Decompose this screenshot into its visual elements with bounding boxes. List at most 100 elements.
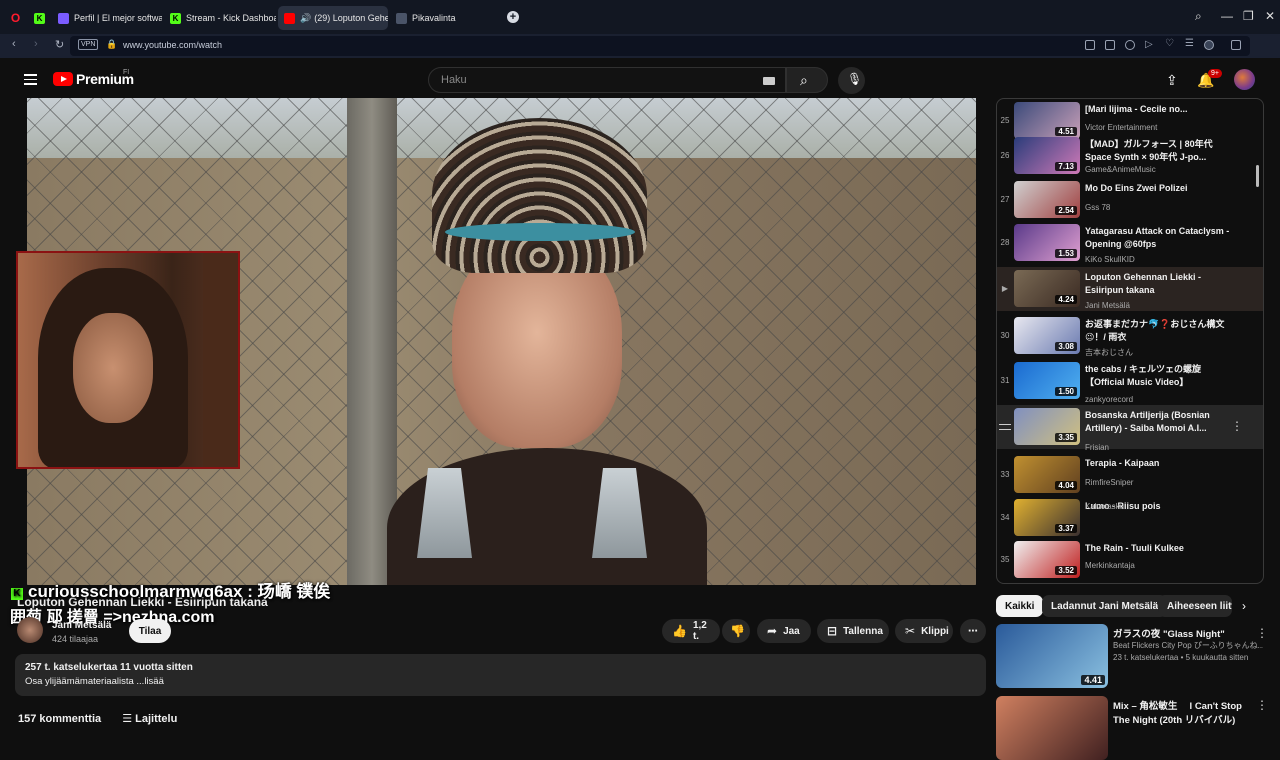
playlist-item-title[interactable]: Mo Do Eins Zwei Polizei (1085, 182, 1235, 195)
playlist-thumbnail[interactable]: 2.54 (1014, 181, 1080, 218)
chat-message: Kcuriousschoolmarmwq6ax : 玚嶠 镤俟 (11, 577, 330, 602)
dislike-button[interactable]: 👎 (722, 619, 750, 643)
tab-perfil[interactable]: Perfil | El mejor software p (52, 6, 162, 30)
vpn-badge[interactable]: VPN (78, 39, 99, 50)
play-icon[interactable]: ▷ (1145, 39, 1155, 50)
new-tab-button[interactable]: + (507, 11, 519, 23)
tab-pikavalinta[interactable]: Pikavalinta (390, 6, 480, 30)
clip-button[interactable]: ✂ Klippi (895, 619, 953, 643)
playlist-thumbnail[interactable]: 3.08 (1014, 317, 1080, 354)
more-vertical-icon[interactable]: ⋮ (1231, 419, 1243, 433)
tab-kick-dashboard[interactable]: K Stream - Kick Dashboard (164, 6, 276, 30)
playlist-item-title[interactable]: The Rain - Tuuli Kulkee (1085, 542, 1235, 555)
minimize-icon[interactable]: — (1221, 9, 1233, 23)
like-button[interactable]: 👍 1,2 t. (662, 619, 720, 643)
forward-icon[interactable]: › (34, 38, 38, 50)
url-field[interactable] (70, 36, 1250, 56)
chevron-right-icon[interactable]: › (1242, 599, 1246, 613)
heart-icon[interactable]: ♡ (1165, 38, 1175, 49)
hamburger-menu-icon[interactable] (24, 74, 37, 85)
share-icon: ➦ (767, 624, 778, 638)
chip-all[interactable]: Kaikki (996, 595, 1044, 617)
share-button[interactable]: ➦ Jaa (757, 619, 811, 643)
playlist-item-title[interactable]: Yatagarasu Attack on Cataclysm - Opening… (1085, 225, 1235, 251)
playlist-thumbnail[interactable]: 7.13 (1014, 137, 1080, 174)
playlist-item[interactable]: 31 1.50 the cabs / キェルツェの螺旋【Official Music… (997, 359, 1263, 404)
playlist-item[interactable]: 28 1.53 Yatagarasu Attack on Cataclysm - O… (997, 221, 1263, 265)
tab-opera[interactable]: O (4, 6, 26, 30)
playlist-thumbnail[interactable]: 1.53 (1014, 224, 1080, 261)
playlist-item-channel: KiKo SkullKID (1085, 255, 1135, 264)
chip-related[interactable]: Aiheeseen liitt (1158, 595, 1232, 617)
camera-icon[interactable] (1105, 40, 1115, 50)
sort-button[interactable]: ☰ Lajittelu (122, 713, 177, 725)
drag-handle-icon[interactable] (999, 424, 1011, 430)
playlist-item-title[interactable]: Bosanska Artiljerija (Bosnian Artillery)… (1085, 409, 1235, 435)
reload-icon[interactable]: ↻ (55, 38, 64, 51)
voice-search-button[interactable]: 🎙 (838, 67, 865, 94)
tab-youtube-active[interactable]: 🔊 (29) Loputon Gehenn (278, 6, 388, 30)
menu-icon[interactable]: ☰ (1185, 38, 1195, 49)
restore-icon[interactable]: ❐ (1243, 9, 1254, 23)
playlist-thumbnail[interactable]: 4.04 (1014, 456, 1080, 493)
more-vertical-icon[interactable]: ⋮ (1256, 626, 1268, 640)
lock-icon[interactable]: 🔒 (106, 39, 117, 50)
playlist-item[interactable]: 33 4.04 Terapia - Kaipaan RimfireSniper (997, 453, 1263, 497)
playlist-item-title[interactable]: the cabs / キェルツェの螺旋【Official Music Video… (1085, 363, 1235, 389)
playlist-item[interactable]: 34 3.37 Lumo - Riisu pois Kalvotasku (997, 496, 1263, 540)
scissors-icon: ✂ (905, 624, 916, 638)
playlist-item-title[interactable]: Loputon Gehennan Liekki - Esiiripun taka… (1085, 271, 1235, 297)
playlist-index: 31 (1000, 376, 1010, 385)
search-box[interactable] (428, 67, 786, 93)
recommendation-thumbnail[interactable]: 4.41 (996, 624, 1108, 688)
url-text[interactable]: www.youtube.com/watch (123, 40, 222, 50)
chip-uploaded-by[interactable]: Ladannut Jani Metsälä (1042, 595, 1168, 617)
close-icon[interactable]: ✕ (1265, 9, 1275, 23)
description-box[interactable]: 257 t. katselukertaa 11 vuotta sitten Os… (15, 654, 986, 696)
playlist-item[interactable]: 27 2.54 Mo Do Eins Zwei Polizei Gss 78 (997, 178, 1263, 222)
playlist-item[interactable]: 35 3.52 The Rain - Tuuli Kulkee Merkinkanta… (997, 538, 1263, 582)
recommendation-title[interactable]: ガラスの夜 "Glass Night" (1113, 626, 1263, 640)
extensions-icon[interactable] (1231, 40, 1241, 50)
playlist-thumbnail[interactable]: 3.37 (1014, 499, 1080, 536)
youtube-logo-icon[interactable] (53, 72, 73, 86)
playlist-thumbnail[interactable]: 3.35 (1014, 408, 1080, 445)
playlist-item-title[interactable]: 【MAD】ガルフォース | 80年代 Space Synth × 90年代 J-… (1085, 138, 1235, 164)
profile-icon[interactable] (1204, 40, 1214, 50)
playlist-item-title[interactable]: Terapia - Kaipaan (1085, 457, 1235, 470)
account-avatar[interactable] (1234, 69, 1255, 90)
edit-icon[interactable] (1085, 40, 1095, 50)
playlist-thumbnail[interactable]: 4.24 (1014, 270, 1080, 307)
search-input[interactable] (441, 74, 741, 86)
share-label: Jaa (783, 625, 800, 637)
recommendation-title[interactable]: Mix – 角松敏生 I Can't Stop (1113, 698, 1263, 712)
more-vertical-icon[interactable]: ⋮ (1256, 698, 1268, 712)
playlist-item-title[interactable]: [Mari Iijima - Cecile no... (1085, 103, 1235, 116)
save-label: Tallenna (843, 625, 883, 637)
search-button[interactable]: ⌕ (786, 67, 828, 93)
playlist-item[interactable]: ▶ 4.24 Loputon Gehennan Liekki - Esiiripun… (997, 267, 1263, 311)
playlist-thumbnail[interactable]: 1.50 (1014, 362, 1080, 399)
tab-kick-pinned[interactable]: K (28, 6, 50, 30)
playlist-item-title[interactable]: お返事まだカナ🐬❓おじさん構文😉！/ 雨衣 (1085, 318, 1235, 344)
back-icon[interactable]: ‹ (12, 38, 16, 50)
sort-label: Lajittelu (135, 713, 178, 725)
tab-label: Stream - Kick Dashboard (186, 13, 276, 23)
playlist-item[interactable]: 30 3.08 お返事まだカナ🐬❓おじさん構文😉！/ 雨衣 吉本おじさん (997, 314, 1263, 358)
playlist-thumbnail[interactable]: 3.52 (1014, 541, 1080, 578)
save-button[interactable]: ⊟ Tallenna (817, 619, 889, 643)
keyboard-icon[interactable] (763, 77, 775, 85)
channel-avatar[interactable] (17, 617, 43, 643)
channel-name[interactable]: Jani Metsälä (52, 620, 111, 631)
search-tabs-icon[interactable]: ⌕ (1195, 9, 1202, 24)
recommendation-thumbnail[interactable] (996, 696, 1108, 760)
playlist-scrollbar[interactable] (1256, 165, 1259, 187)
adblock-icon[interactable] (1125, 40, 1135, 50)
more-actions-button[interactable]: ⋯ (960, 619, 986, 643)
description-text[interactable]: Osa ylijäämämateriaalista ...lisää (25, 676, 164, 687)
playlist-item[interactable]: 3.35 Bosanska Artiljerija (Bosnian Artill… (997, 405, 1263, 452)
upload-icon[interactable]: ⇪ (1166, 72, 1178, 89)
playlist-panel[interactable]: 25 4.51 [Mari Iijima - Cecile no... Victor … (996, 98, 1264, 584)
subscribe-button[interactable]: Tilaa (129, 619, 171, 643)
playlist-item[interactable]: 26 7.13 【MAD】ガルフォース | 80年代 Space Synth × 9… (997, 134, 1263, 178)
